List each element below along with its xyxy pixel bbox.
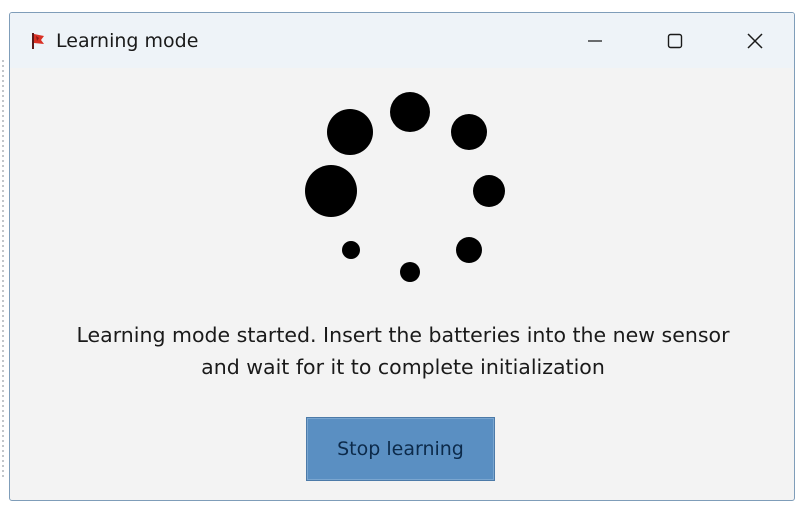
background-window-edge [2,60,4,480]
app-icon [30,32,46,50]
maximize-button[interactable] [638,13,712,68]
spinner-dot [473,175,505,207]
maximize-icon [667,33,683,48]
spinner-dot [342,241,360,259]
spinner-dot [390,92,430,132]
close-button[interactable] [718,13,792,68]
spinner-dot [305,165,357,217]
status-message: Learning mode started. Insert the batter… [40,319,766,383]
stop-learning-button[interactable]: Stop learning [306,417,495,481]
minimize-button[interactable] [558,13,632,68]
spinner-dot [327,109,373,155]
title-bar[interactable]: Learning mode [10,13,794,68]
close-icon [747,32,763,49]
minimize-icon [588,39,602,42]
spinner-dot [451,114,487,150]
status-message-line-1: Learning mode started. Insert the batter… [76,323,730,347]
loading-spinner-icon [305,92,505,282]
learning-mode-dialog: Learning mode Learning mode started. Ins… [9,12,795,501]
spinner-dot [400,262,420,282]
status-message-line-2: and wait for it to complete initializati… [201,355,605,379]
spinner-dot [456,237,482,263]
window-title: Learning mode [56,30,199,52]
